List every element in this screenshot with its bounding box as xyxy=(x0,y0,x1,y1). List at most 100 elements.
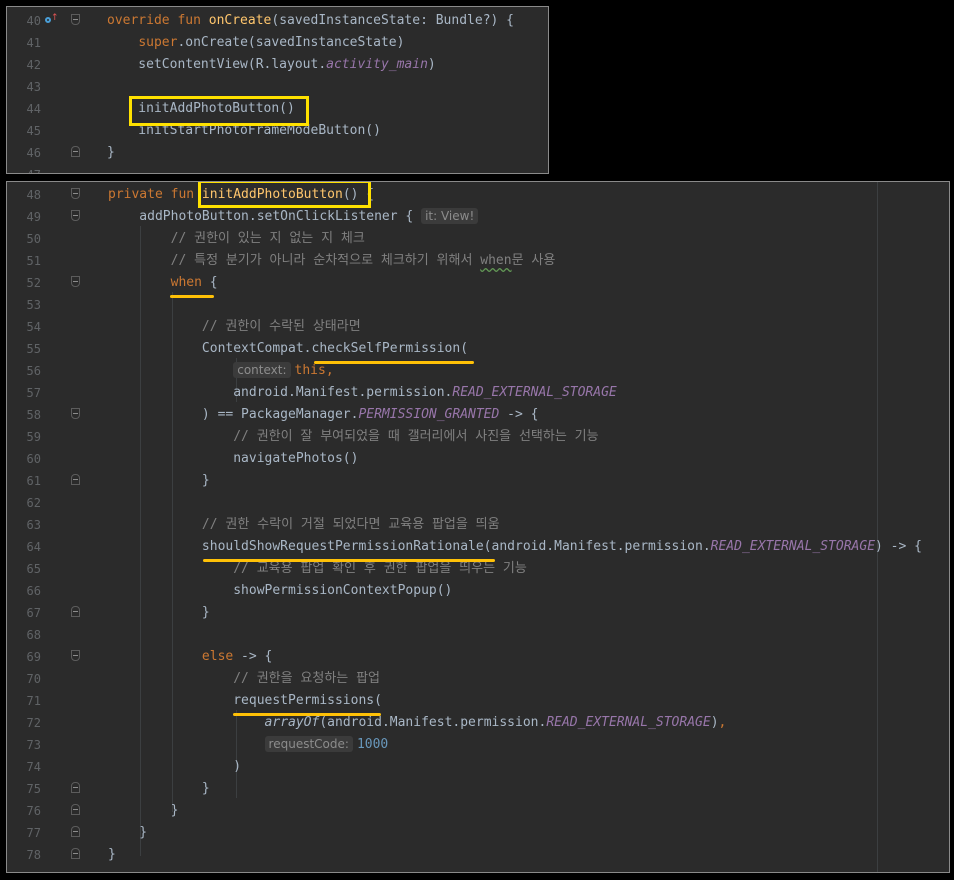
code-text: shouldShowRequestPermissionRationale(and… xyxy=(108,539,922,554)
code-text: } xyxy=(108,781,210,796)
underline-shouldShowRequestPermissionRationale xyxy=(203,559,495,562)
line-number: 70 xyxy=(26,672,41,686)
line-number: 53 xyxy=(26,298,41,312)
line-number: 77 xyxy=(26,826,41,840)
fold-marker-icon[interactable] xyxy=(71,210,80,222)
line-number: 61 xyxy=(26,474,41,488)
line-number: 55 xyxy=(26,342,41,356)
line-number: 63 xyxy=(26,518,41,532)
code-line: 55 ContextCompat.checkSelfPermission( xyxy=(7,338,949,360)
code-line: 78} xyxy=(7,844,949,866)
line-number: 42 xyxy=(26,58,41,72)
code-line: 49 addPhotoButton.setOnClickListener { i… xyxy=(7,206,949,228)
fold-marker-icon[interactable] xyxy=(71,146,80,158)
line-number: 74 xyxy=(26,760,41,774)
code-line: 67 } xyxy=(7,602,949,624)
fold-marker-icon[interactable] xyxy=(71,782,80,794)
code-line: 73 requestCode: 1000 xyxy=(7,734,949,756)
line-number: 43 xyxy=(26,80,41,94)
line-number: 72 xyxy=(26,716,41,730)
code-text: // 권한이 있는 지 없는 지 체크 xyxy=(170,231,365,246)
fold-marker-icon[interactable] xyxy=(71,650,80,662)
code-panel-oncreate: 40 ↑ override fun onCreate(savedInstanceSt… xyxy=(6,6,549,174)
code-line: 43 xyxy=(7,76,548,98)
code-text: } xyxy=(108,803,179,818)
code-line: 66 showPermissionContextPopup() xyxy=(7,580,949,602)
code-text: // 권한 수락이 거절 되었다면 교육용 팝업을 띄움 xyxy=(201,517,500,532)
line-number: 60 xyxy=(26,452,41,466)
fold-marker-icon[interactable] xyxy=(71,276,80,288)
fold-marker-icon[interactable] xyxy=(71,804,80,816)
code-line: 56 context: this, xyxy=(7,360,949,382)
line-number: 71 xyxy=(26,694,41,708)
code-text: when { xyxy=(170,275,218,290)
line-number: 54 xyxy=(26,320,41,334)
code-text: super.onCreate(savedInstanceState) xyxy=(138,35,405,50)
fold-marker-icon[interactable] xyxy=(71,408,80,420)
fold-marker-icon[interactable] xyxy=(71,606,80,618)
code-line: 47 xyxy=(7,164,548,173)
code-text: navigatePhotos() xyxy=(108,451,359,466)
line-number: 47 xyxy=(11,164,41,173)
line-number: 64 xyxy=(26,540,41,554)
line-number: 57 xyxy=(26,386,41,400)
underline-requestPermissions xyxy=(233,713,381,716)
line-number: 52 xyxy=(26,276,41,290)
code-line: 48 private fun initAddPhotoButton() { xyxy=(7,184,949,206)
code-text: } xyxy=(107,145,115,160)
line-number: 46 xyxy=(26,146,41,160)
line-number: 49 xyxy=(26,210,41,224)
highlight-box-initAddPhotoButton-def xyxy=(198,182,371,208)
code-line: 70 // 권한을 요청하는 팝업 xyxy=(7,668,949,690)
code-text: // 권한을 요청하는 팝업 xyxy=(233,671,381,686)
code-text: requestCode: 1000 xyxy=(108,734,388,756)
code-line: 54 // 권한이 수락된 상태라면 xyxy=(7,316,949,338)
code-line: 68 xyxy=(7,624,949,646)
code-line: 57 android.Manifest.permission.READ_EXTE… xyxy=(7,382,949,404)
underline-checkSelfPermission xyxy=(314,361,474,364)
fold-marker-icon[interactable] xyxy=(71,848,80,860)
code-line: 41 super.onCreate(savedInstanceState) xyxy=(7,32,548,54)
line-number: 56 xyxy=(26,364,41,378)
code-text: ContextCompat.checkSelfPermission( xyxy=(108,341,469,356)
code-text: // 권한이 잘 부여되었을 때 갤러리에서 사진을 선택하는 기능 xyxy=(233,429,599,444)
line-number: 75 xyxy=(26,782,41,796)
code-text: // 권한이 수락된 상태라면 xyxy=(201,319,361,334)
line-number: 50 xyxy=(26,232,41,246)
line-number: 73 xyxy=(26,738,41,752)
code-line: 60 navigatePhotos() xyxy=(7,448,949,470)
fold-marker-icon[interactable] xyxy=(71,14,80,26)
code-text: } xyxy=(108,825,148,840)
line-number: 41 xyxy=(26,36,41,50)
code-line: 40 ↑ override fun onCreate(savedInstanceSt… xyxy=(7,10,548,32)
code-text: else -> { xyxy=(201,649,273,664)
code-line: 50 // 권한이 있는 지 없는 지 체크 xyxy=(7,228,949,250)
code-line: 64 shouldShowRequestPermissionRationale(… xyxy=(7,536,949,558)
line-number: 44 xyxy=(26,102,41,116)
code-line: 72 arrayOf(android.Manifest.permission.R… xyxy=(7,712,949,734)
override-method-icon[interactable]: ↑ xyxy=(45,13,59,26)
line-number: 69 xyxy=(26,650,41,664)
fold-marker-icon[interactable] xyxy=(71,474,80,486)
line-number: 48 xyxy=(26,188,41,202)
code-text: arrayOf(android.Manifest.permission.READ… xyxy=(264,715,727,730)
code-line: 77 } xyxy=(7,822,949,844)
code-line: 75 } xyxy=(7,778,949,800)
line-number: 65 xyxy=(26,562,41,576)
line-number: 68 xyxy=(26,628,41,642)
code-text: override fun onCreate(savedInstanceState… xyxy=(107,13,515,28)
code-line: 58 ) == PackageManager.PERMISSION_GRANTE… xyxy=(7,404,949,426)
line-number: 62 xyxy=(26,496,41,510)
code-line: 42 setContentView(R.layout.activity_main… xyxy=(7,54,548,76)
line-number: 59 xyxy=(26,430,41,444)
code-text: context: this, xyxy=(108,360,334,382)
code-line: 63 // 권한 수락이 거절 되었다면 교육용 팝업을 띄움 xyxy=(7,514,949,536)
code-text: ) == PackageManager.PERMISSION_GRANTED -… xyxy=(108,407,539,422)
line-number: 78 xyxy=(26,848,41,862)
code-text: } xyxy=(108,605,210,620)
line-number: 40 xyxy=(26,14,41,28)
line-number: 45 xyxy=(26,124,41,138)
fold-marker-icon[interactable] xyxy=(71,188,80,200)
underline-when xyxy=(170,295,214,298)
fold-marker-icon[interactable] xyxy=(71,826,80,838)
